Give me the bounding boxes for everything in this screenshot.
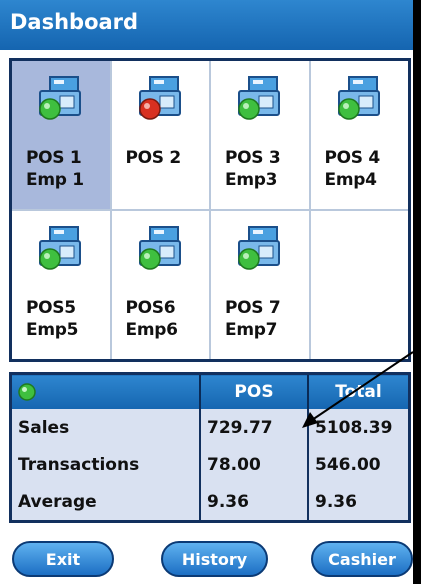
table-row: Transactions 78.00 546.00 [10, 446, 410, 483]
online-status-icon [18, 383, 36, 401]
emp-label: Emp 1 [26, 170, 84, 190]
cash-register-online-icon [238, 76, 280, 120]
empty-tile [310, 211, 408, 359]
row-label: Sales [10, 409, 200, 446]
pos-terminal-grid: POS 1 Emp 1 POS 2 POS 3 Emp3 POS 4 Emp4 … [9, 58, 411, 362]
pos-label: POS6 [125, 298, 176, 318]
pos-tile-5[interactable]: POS5 Emp5 [12, 211, 110, 359]
pos-tile-1[interactable]: POS 1 Emp 1 [12, 61, 110, 209]
pos-value: 78.00 [199, 446, 308, 483]
emp-label: Emp5 [26, 320, 79, 340]
screen-edge [413, 0, 421, 584]
cash-register-online-icon [337, 76, 380, 120]
cash-register-online-icon [238, 226, 280, 270]
table-header-row: POS Total [10, 373, 410, 409]
pos-label: POS 4 [324, 148, 381, 168]
cash-register-online-icon [39, 76, 81, 120]
emp-label: Emp6 [125, 320, 178, 340]
status-header-cell [10, 373, 200, 409]
pos-tile-2[interactable]: POS 2 [111, 61, 209, 209]
pos-value: 9.36 [199, 483, 308, 522]
cash-register-online-icon [138, 226, 181, 270]
history-button[interactable]: History [161, 541, 268, 577]
cash-register-offline-icon [138, 76, 181, 120]
title-bar: Dashboard [0, 0, 413, 50]
sales-summary-table: POS Total Sales 729.77 5108.39 Transacti… [9, 372, 411, 523]
cash-register-online-icon [39, 226, 81, 270]
pos-tile-6[interactable]: POS6 Emp6 [111, 211, 209, 359]
total-value: 5108.39 [307, 409, 410, 446]
pos-value: 729.77 [199, 409, 308, 446]
pos-tile-7[interactable]: POS 7 Emp7 [211, 211, 309, 359]
pos-tile-4[interactable]: POS 4 Emp4 [310, 61, 408, 209]
cashier-button[interactable]: Cashier [311, 541, 413, 577]
row-label: Average [10, 483, 200, 522]
emp-label: Emp7 [225, 320, 278, 340]
window-title: Dashboard [10, 10, 139, 34]
row-label: Transactions [10, 446, 200, 483]
total-value: 9.36 [307, 483, 410, 522]
table-row: Average 9.36 9.36 [10, 483, 410, 522]
table-row: Sales 729.77 5108.39 [10, 409, 410, 446]
pos-label: POS5 [26, 298, 76, 318]
pos-tile-3[interactable]: POS 3 Emp3 [211, 61, 309, 209]
emp-label: Emp3 [225, 170, 278, 190]
exit-button[interactable]: Exit [12, 541, 114, 577]
pos-column-header: POS [199, 373, 308, 409]
pos-label: POS 7 [225, 298, 281, 318]
pos-label: POS 3 [225, 148, 281, 168]
emp-label: Emp4 [324, 170, 377, 190]
pos-label: POS 2 [125, 148, 182, 168]
total-column-header: Total [307, 373, 410, 409]
pos-label: POS 1 [26, 148, 82, 168]
total-value: 546.00 [307, 446, 410, 483]
